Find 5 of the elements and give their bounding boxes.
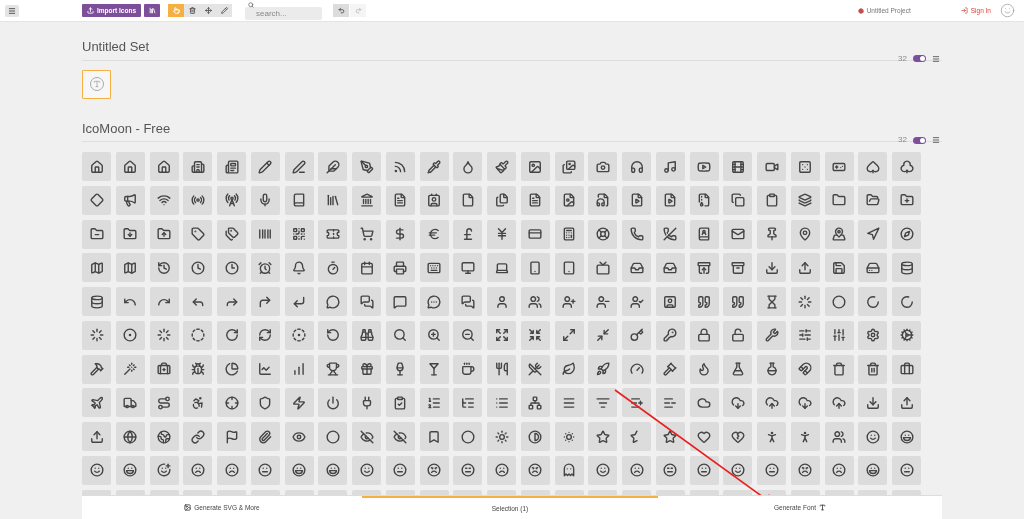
icon-size-label: 32 [898,52,907,65]
set-title: IcoMoon - Free [82,119,171,138]
icon-size-label: 32 [898,134,907,146]
set-title: Untitled Set [82,38,150,56]
search-field[interactable]: search... [245,6,322,20]
